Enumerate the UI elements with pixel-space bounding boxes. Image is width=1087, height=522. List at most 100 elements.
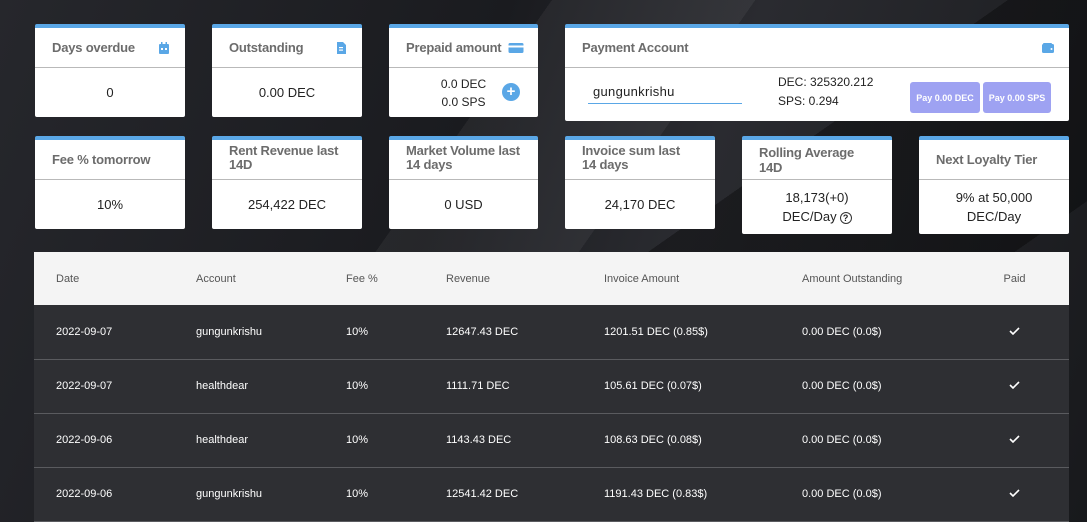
invoice-sum-title: Invoice sum last 14 days bbox=[582, 143, 680, 172]
cell-fee: 10% bbox=[346, 434, 369, 446]
col-account[interactable]: Account bbox=[174, 252, 324, 305]
prepaid-dec-value: 0.0 DEC bbox=[440, 76, 487, 91]
loyalty-tier-value: 9% at 50,000 bbox=[955, 190, 1033, 205]
cell-revenue: 12647.43 DEC bbox=[446, 325, 519, 338]
cell-revenue: 12541.42 DEC bbox=[446, 488, 519, 500]
col-revenue[interactable]: Revenue bbox=[424, 252, 582, 305]
prepaid-sps-value: 0.0 SPS bbox=[441, 94, 486, 109]
cell-paid bbox=[960, 305, 1069, 359]
rent-revenue-title: Rent Revenue last 14D bbox=[229, 143, 339, 172]
fee-tomorrow-title: Fee % tomorrow bbox=[52, 152, 151, 167]
fee-tomorrow-value: 10% bbox=[96, 197, 124, 212]
cell-outstanding: 0.00 DEC (0.0$) bbox=[802, 488, 882, 500]
col-invoice-amount[interactable]: Invoice Amount bbox=[582, 252, 780, 305]
cell-date: 2022-09-06 bbox=[56, 434, 113, 446]
prepaid-title: Prepaid amount bbox=[406, 40, 502, 55]
cell-revenue: 1111.71 DEC bbox=[446, 380, 510, 392]
days-overdue-card: Days overdue 0 bbox=[35, 24, 185, 117]
rent-revenue-header: Rent Revenue last 14D bbox=[212, 140, 362, 180]
rolling-average-title: Rolling Average 14D bbox=[759, 144, 855, 175]
help-icon[interactable]: ? bbox=[839, 211, 852, 224]
table-header-row: Date Account Fee % Revenue Invoice Amoun… bbox=[34, 252, 1069, 305]
outstanding-header: Outstanding bbox=[212, 28, 362, 68]
market-volume-title: Market Volume last 14 days bbox=[406, 143, 520, 172]
sps-balance: SPS: 0.294 bbox=[778, 94, 839, 108]
prepaid-header: Prepaid amount bbox=[389, 28, 538, 68]
cell-paid bbox=[960, 467, 1069, 521]
cell-account: gungunkrishu bbox=[196, 325, 263, 338]
pay-dec-button[interactable]: Pay 0.00 DEC bbox=[910, 82, 980, 113]
col-date[interactable]: Date bbox=[34, 252, 174, 305]
table-row[interactable]: 2022-09-06 gungunkrishu 10% 12541.42 DEC… bbox=[34, 467, 1069, 521]
cell-account: healthdear bbox=[196, 434, 248, 446]
days-overdue-header: Days overdue bbox=[35, 28, 185, 68]
wallet-icon bbox=[1041, 41, 1055, 55]
cell-invoice-amount: 1201.51 DEC (0.85$) bbox=[604, 325, 708, 338]
rolling-average-card: Rolling Average 14D 18,173(+0) DEC/Day? bbox=[742, 136, 892, 234]
col-paid[interactable]: Paid bbox=[960, 252, 1069, 305]
cell-date: 2022-09-07 bbox=[56, 325, 113, 338]
table-row[interactable]: 2022-09-07 gungunkrishu 10% 12647.43 DEC… bbox=[34, 305, 1069, 359]
market-volume-value: 0 USD bbox=[444, 197, 483, 212]
add-prepaid-button[interactable]: + bbox=[502, 83, 520, 101]
cell-paid bbox=[960, 413, 1069, 467]
invoice-sum-card: Invoice sum last 14 days 24,170 DEC bbox=[565, 136, 715, 229]
cell-fee: 10% bbox=[346, 380, 369, 392]
rolling-average-unit: DEC/Day bbox=[782, 209, 837, 224]
invoice-table: Date Account Fee % Revenue Invoice Amoun… bbox=[34, 252, 1069, 522]
loyalty-tier-unit: DEC/Day bbox=[966, 209, 1022, 224]
cell-paid bbox=[960, 359, 1069, 413]
loyalty-tier-header: Next Loyalty Tier bbox=[919, 140, 1069, 180]
fee-tomorrow-header: Fee % tomorrow bbox=[35, 140, 185, 180]
cell-account: healthdear bbox=[196, 380, 248, 392]
checkmark-icon bbox=[1009, 327, 1020, 335]
cell-outstanding: 0.00 DEC (0.0$) bbox=[802, 325, 882, 338]
invoice-sum-value: 24,170 DEC bbox=[604, 197, 676, 212]
credit-card-icon bbox=[508, 41, 524, 55]
loyalty-tier-card: Next Loyalty Tier 9% at 50,000 DEC/Day bbox=[919, 136, 1069, 234]
payment-account-card: Payment Account DEC: 325320.212 SPS: 0.2… bbox=[565, 24, 1069, 121]
fee-tomorrow-card: Fee % tomorrow 10% bbox=[35, 136, 185, 229]
payment-account-header: Payment Account bbox=[565, 28, 1069, 68]
cell-fee: 10% bbox=[346, 325, 369, 338]
dec-balance: DEC: 325320.212 bbox=[778, 75, 874, 89]
payment-account-title: Payment Account bbox=[582, 40, 689, 55]
checkmark-icon bbox=[1009, 435, 1020, 443]
cell-outstanding: 0.00 DEC (0.0$) bbox=[802, 380, 882, 392]
account-balances: DEC: 325320.212 SPS: 0.294 bbox=[778, 73, 873, 111]
rolling-average-value: 18,173(+0) bbox=[785, 190, 849, 205]
rolling-average-unit-row: DEC/Day? bbox=[782, 207, 852, 226]
rent-revenue-value: 254,422 DEC bbox=[247, 197, 327, 212]
market-volume-header: Market Volume last 14 days bbox=[389, 140, 538, 180]
cell-date: 2022-09-06 bbox=[56, 488, 113, 500]
col-fee[interactable]: Fee % bbox=[324, 252, 424, 305]
outstanding-value: 0.00 DEC bbox=[258, 85, 316, 100]
cell-revenue: 1143.43 DEC bbox=[446, 434, 512, 446]
outstanding-title: Outstanding bbox=[229, 40, 304, 55]
checkmark-icon bbox=[1009, 489, 1020, 497]
rent-revenue-card: Rent Revenue last 14D 254,422 DEC bbox=[212, 136, 362, 229]
pay-sps-button[interactable]: Pay 0.00 SPS bbox=[983, 82, 1051, 113]
loyalty-tier-title: Next Loyalty Tier bbox=[936, 152, 1038, 167]
prepaid-card: Prepaid amount 0.0 DEC 0.0 SPS + bbox=[389, 24, 538, 117]
calendar-icon bbox=[157, 41, 171, 55]
cell-invoice-amount: 108.63 DEC (0.08$) bbox=[604, 434, 702, 446]
days-overdue-title: Days overdue bbox=[52, 40, 135, 55]
table-row[interactable]: 2022-09-06 healthdear 10% 1143.43 DEC 10… bbox=[34, 413, 1069, 467]
document-icon bbox=[334, 41, 348, 55]
invoice-sum-header: Invoice sum last 14 days bbox=[565, 140, 715, 180]
checkmark-icon bbox=[1009, 381, 1020, 389]
cell-fee: 10% bbox=[346, 488, 369, 500]
table-row[interactable]: 2022-09-07 healthdear 10% 1111.71 DEC 10… bbox=[34, 359, 1069, 413]
rolling-average-header: Rolling Average 14D bbox=[742, 140, 892, 180]
cell-outstanding: 0.00 DEC (0.0$) bbox=[802, 434, 882, 446]
col-amount-outstanding[interactable]: Amount Outstanding bbox=[780, 252, 960, 305]
cell-invoice-amount: 105.61 DEC (0.07$) bbox=[604, 380, 702, 392]
cell-invoice-amount: 1191.43 DEC (0.83$) bbox=[604, 488, 708, 500]
outstanding-card: Outstanding 0.00 DEC bbox=[212, 24, 362, 117]
cell-date: 2022-09-07 bbox=[56, 380, 113, 392]
market-volume-card: Market Volume last 14 days 0 USD bbox=[389, 136, 538, 229]
days-overdue-value: 0 bbox=[106, 85, 114, 100]
cell-account: gungunkrishu bbox=[196, 488, 263, 500]
payment-account-input[interactable] bbox=[588, 80, 742, 104]
